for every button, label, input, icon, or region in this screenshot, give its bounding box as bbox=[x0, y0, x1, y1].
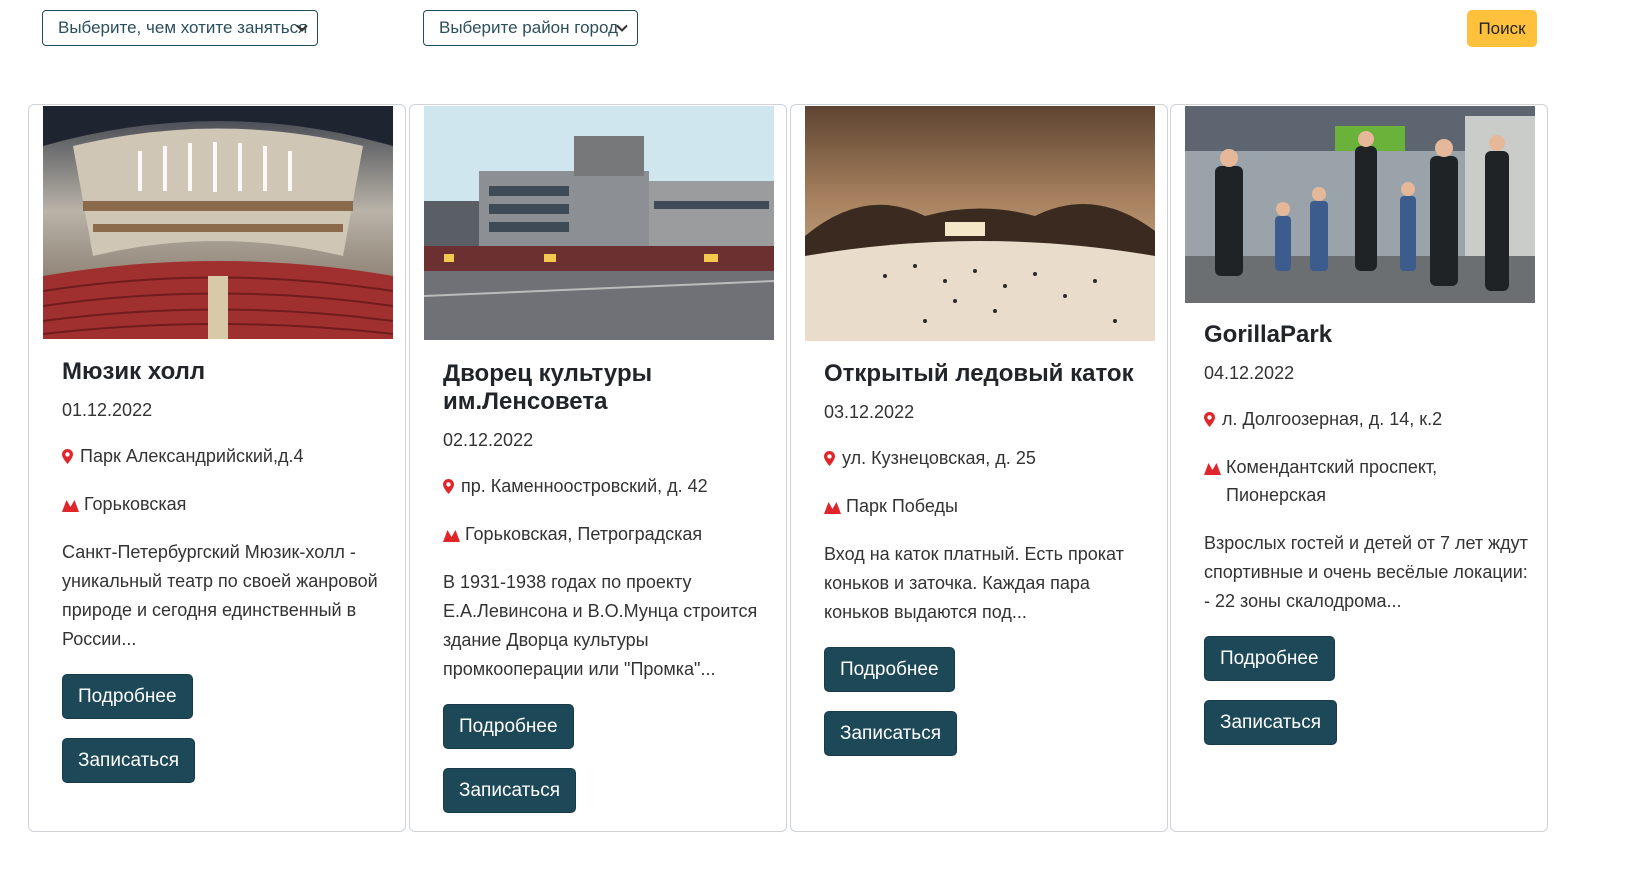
event-card: GorillaPark 04.12.2022 л. Долгоозерная, … bbox=[1170, 104, 1548, 832]
district-select-value: Выберите район город bbox=[439, 18, 618, 37]
event-metro: Парк Победы bbox=[824, 492, 1149, 520]
event-address-text: Парк Александрийский,д.4 bbox=[80, 446, 304, 466]
signup-button[interactable]: Записаться bbox=[443, 768, 576, 813]
details-button[interactable]: Подробнее bbox=[824, 647, 955, 692]
event-metro-text: Комендантский проспект, Пионерская bbox=[1226, 457, 1438, 505]
metro-icon bbox=[824, 502, 841, 514]
search-button[interactable]: Поиск bbox=[1467, 10, 1537, 47]
event-metro: Горьковская, Петроградская bbox=[443, 520, 768, 548]
event-date: 01.12.2022 bbox=[62, 400, 153, 420]
event-address: л. Долгоозерная, д. 14, к.2 bbox=[1204, 405, 1529, 433]
signup-button[interactable]: Записаться bbox=[824, 711, 957, 756]
event-card: Дворец культуры им.Ленсовета 02.12.2022 … bbox=[409, 104, 787, 832]
event-metro: Комендантский проспект, Пионерская bbox=[1204, 453, 1529, 509]
event-title: Мюзик холл bbox=[62, 358, 206, 385]
event-image[interactable] bbox=[1185, 106, 1535, 303]
event-title: GorillaPark bbox=[1204, 321, 1333, 348]
event-description: Санкт-Петербургский Мюзик-холл - уникаль… bbox=[62, 542, 378, 649]
chevron-down-icon bbox=[296, 24, 308, 32]
event-address-text: л. Долгоозерная, д. 14, к.2 bbox=[1222, 409, 1443, 429]
event-date: 02.12.2022 bbox=[443, 430, 534, 450]
event-address: пр. Каменноостровский, д. 42 bbox=[443, 472, 768, 500]
activity-select[interactable]: Выберите, чем хотите заняться bbox=[42, 10, 318, 46]
details-button[interactable]: Подробнее bbox=[62, 674, 193, 719]
event-metro-text: Горьковская bbox=[84, 494, 187, 514]
event-metro: Горьковская bbox=[62, 490, 387, 518]
event-description: Вход на каток платный. Есть прокат коньк… bbox=[824, 544, 1124, 622]
event-address: ул. Кузнецовская, д. 25 bbox=[824, 444, 1149, 472]
event-card: Мюзик холл 01.12.2022 Парк Александрийск… bbox=[28, 104, 406, 832]
event-address-text: ул. Кузнецовская, д. 25 bbox=[842, 448, 1036, 468]
event-date: 03.12.2022 bbox=[824, 402, 915, 422]
event-image[interactable] bbox=[43, 106, 393, 339]
event-image[interactable] bbox=[424, 106, 774, 340]
details-button[interactable]: Подробнее bbox=[1204, 636, 1335, 681]
metro-icon bbox=[443, 530, 460, 542]
event-description: В 1931-1938 годах по проекту Е.А.Левинсо… bbox=[443, 572, 758, 679]
activity-select-value: Выберите, чем хотите заняться bbox=[58, 18, 308, 37]
location-pin-icon bbox=[443, 479, 454, 494]
event-metro-text: Горьковская, Петроградская bbox=[465, 524, 703, 544]
event-address: Парк Александрийский,д.4 bbox=[62, 442, 387, 470]
signup-button[interactable]: Записаться bbox=[62, 738, 195, 783]
details-button[interactable]: Подробнее bbox=[443, 704, 574, 749]
event-metro-text: Парк Победы bbox=[846, 496, 958, 516]
metro-icon bbox=[62, 500, 79, 512]
signup-button[interactable]: Записаться bbox=[1204, 700, 1337, 745]
event-description: Взрослых гостей и детей от 7 лет ждут сп… bbox=[1204, 533, 1528, 611]
location-pin-icon bbox=[824, 451, 835, 466]
location-pin-icon bbox=[62, 449, 73, 464]
metro-icon bbox=[1204, 463, 1221, 475]
location-pin-icon bbox=[1204, 412, 1215, 427]
event-title: Дворец культуры им.Ленсовета bbox=[443, 360, 653, 415]
district-select[interactable]: Выберите район город bbox=[423, 10, 638, 46]
event-title: Открытый ледовый каток bbox=[824, 360, 1134, 387]
event-card: Открытый ледовый каток 03.12.2022 ул. Ку… bbox=[790, 104, 1168, 832]
chevron-down-icon bbox=[616, 24, 628, 32]
event-date: 04.12.2022 bbox=[1204, 363, 1295, 383]
event-address-text: пр. Каменноостровский, д. 42 bbox=[461, 476, 708, 496]
event-image[interactable] bbox=[805, 106, 1155, 341]
